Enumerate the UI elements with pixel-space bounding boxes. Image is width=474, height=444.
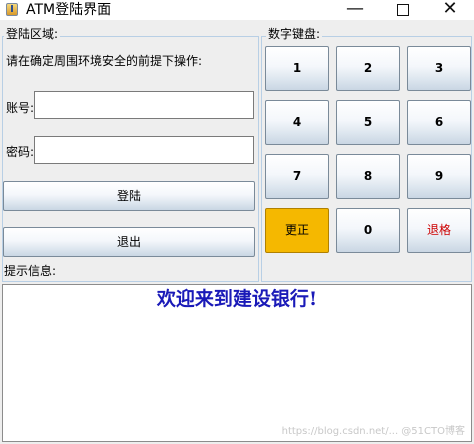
login-button[interactable]: 登陆 [3, 181, 255, 211]
java-app-icon [6, 3, 18, 16]
key-9-button[interactable]: 9 [407, 154, 471, 199]
title-bar: ATM登陆界面 — ✕ [0, 0, 474, 20]
minimize-icon: — [346, 0, 364, 19]
keypad-group-label: 数字键盘: [266, 27, 323, 41]
key-3-button[interactable]: 3 [407, 46, 471, 91]
maximize-button[interactable] [380, 0, 426, 20]
key-0-button[interactable]: 0 [336, 208, 400, 253]
watermark: https://blog.csdn.net/... @51CTO博客 [281, 426, 465, 437]
minimize-button[interactable]: — [332, 0, 378, 20]
key-6-button[interactable]: 6 [407, 100, 471, 145]
correct-button[interactable]: 更正 [265, 208, 329, 253]
close-icon: ✕ [442, 0, 458, 19]
key-8-button[interactable]: 8 [336, 154, 400, 199]
password-label: 密码: [6, 145, 35, 159]
key-7-button[interactable]: 7 [265, 154, 329, 199]
window-title: ATM登陆界面 [26, 2, 112, 18]
hint-message-area[interactable]: 欢迎来到建设银行! https://blog.csdn.net/... @51C… [2, 284, 472, 442]
key-5-button[interactable]: 5 [336, 100, 400, 145]
safety-instruction: 请在确定周围环境安全的前提下操作: [6, 54, 203, 68]
hint-label: 提示信息: [4, 264, 57, 278]
close-button[interactable]: ✕ [427, 0, 473, 20]
backspace-button[interactable]: 退格 [407, 208, 471, 253]
login-group-label: 登陆区域: [4, 27, 61, 41]
key-4-button[interactable]: 4 [265, 100, 329, 145]
maximize-icon [397, 4, 409, 16]
welcome-message: 欢迎来到建设银行! [156, 288, 318, 310]
account-label: 账号: [6, 101, 35, 115]
account-input[interactable] [34, 91, 254, 119]
key-1-button[interactable]: 1 [265, 46, 329, 91]
key-2-button[interactable]: 2 [336, 46, 400, 91]
password-input[interactable] [34, 136, 254, 164]
exit-button[interactable]: 退出 [3, 227, 255, 257]
client-area: 登陆区域: 请在确定周围环境安全的前提下操作: 账号: 密码: 登陆 退出 数字… [0, 20, 474, 444]
